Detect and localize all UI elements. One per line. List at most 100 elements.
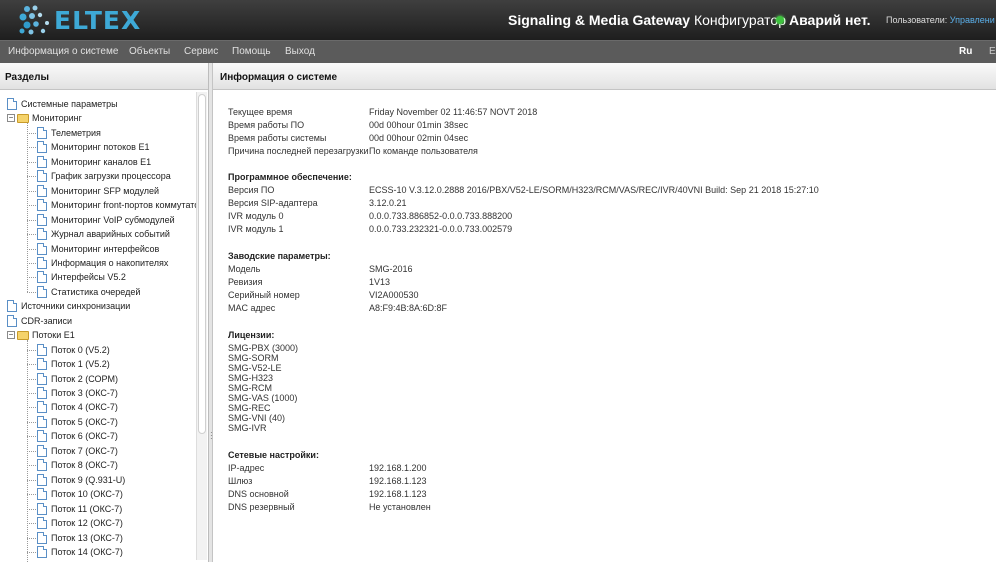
tree-connector (27, 161, 36, 163)
info-key: DNS основной (228, 489, 289, 499)
tree-connector (27, 421, 36, 423)
tree-item[interactable]: CDR-записи (7, 314, 72, 328)
eltex-logo[interactable]: ELTEX (18, 3, 141, 37)
document-icon (37, 126, 47, 139)
license-item: SMG-VNI (40) (228, 413, 286, 423)
users-label: Пользователи: (886, 15, 948, 25)
menu-system-info[interactable]: Информация о системе (8, 46, 118, 57)
tree-item[interactable]: Поток 6 (ОКС-7) (37, 429, 118, 443)
tree-item[interactable]: Поток 7 (ОКС-7) (37, 444, 118, 458)
info-value: 0.0.0.733.232321-0.0.0.733.002579 (369, 224, 513, 234)
tree-connector (27, 262, 36, 264)
tree-connector (27, 479, 36, 481)
software-section-title: Программное обеспечение: (228, 172, 352, 182)
tree-item[interactable]: Поток 3 (ОКС-7) (37, 386, 118, 400)
license-item: SMG-REC (228, 403, 271, 413)
tree-item[interactable]: Системные параметры (7, 97, 118, 111)
tree-item[interactable]: График загрузки процессора (37, 169, 171, 183)
collapse-icon[interactable]: − (7, 331, 15, 340)
info-key: Версия ПО (228, 185, 275, 195)
tree-item[interactable]: Мониторинг VoIP субмодулей (37, 213, 175, 227)
tree-guide (27, 123, 28, 292)
menu-help[interactable]: Помощь (232, 46, 271, 57)
eltex-logo-icon (19, 5, 49, 35)
info-value: A8:F9:4B:8A:6D:8F (369, 303, 448, 313)
menu-objects[interactable]: Объекты (129, 46, 170, 57)
tree-item[interactable]: Мониторинг потоков E1 (37, 140, 149, 154)
tree-connector (27, 248, 36, 250)
document-icon (37, 531, 47, 544)
lang-ru[interactable]: Ru (959, 46, 972, 57)
tree-item[interactable]: Поток 9 (Q.931-U) (37, 473, 125, 487)
tree-item[interactable]: Телеметрия (37, 126, 101, 140)
tree-item-label: Мониторинг front-портов коммутато (51, 200, 196, 211)
tree-item[interactable]: Поток 11 (ОКС-7) (37, 502, 122, 516)
info-value: 3.12.0.21 (369, 198, 407, 208)
tree-item[interactable]: Журнал аварийных событий (37, 227, 170, 241)
tree-scrollbar[interactable] (196, 92, 207, 560)
document-icon (37, 285, 47, 298)
tree-connector (27, 465, 36, 467)
document-icon (7, 98, 17, 110)
info-value: Friday November 02 11:46:57 NOVT 2018 (369, 107, 538, 117)
document-icon (37, 242, 47, 255)
tree-item-label: Потоки E1 (32, 330, 75, 341)
license-item: SMG-V52-LE (228, 363, 282, 373)
tree-item-label: Поток 10 (ОКС-7) (51, 489, 123, 500)
tree-item[interactable]: Информация о накопителях (37, 256, 168, 270)
tree-item[interactable]: Поток 10 (ОКС-7) (37, 487, 123, 501)
tree-connector (27, 436, 36, 438)
users-manage-link[interactable]: Управлени (950, 15, 995, 25)
system-info-panel: Информация о системе Текущее время Friday… (213, 63, 996, 562)
alarm-text: Аварий нет. (789, 12, 871, 28)
info-value: SMG-2016 (369, 264, 413, 274)
info-key: Время работы системы (228, 133, 327, 143)
tree-scroll-thumb[interactable] (198, 94, 206, 434)
tree-item-label: Источники синхронизации (21, 301, 131, 312)
menu-service[interactable]: Сервис (184, 46, 218, 57)
document-icon (37, 228, 47, 241)
license-item: SMG-H323 (228, 373, 274, 383)
tree-item-label: Интерфейсы V5.2 (51, 272, 126, 283)
tree-item[interactable]: Интерфейсы V5.2 (37, 270, 126, 284)
tree-item[interactable]: Мониторинг интерфейсов (37, 242, 159, 256)
sections-tree: Системные параметры − Мониторинг Телеметрия… (0, 97, 196, 562)
tree-item[interactable]: Поток 1 (V5.2) (37, 357, 110, 371)
tree-item[interactable]: Поток 0 (V5.2) (37, 343, 110, 357)
tree-item[interactable]: Поток 12 (ОКС-7) (37, 516, 123, 530)
license-item: SMG-IVR (228, 423, 267, 433)
tree-item[interactable]: Источники синхронизации (7, 299, 130, 313)
tree-item-label: Поток 2 (СОРМ) (51, 373, 118, 384)
info-key: Текущее время (228, 107, 293, 117)
document-icon (37, 141, 47, 154)
tree-item[interactable]: Поток 14 (ОКС-7) (37, 545, 123, 559)
tree-item[interactable]: Статистика очередей (37, 285, 140, 299)
tree-item[interactable]: Поток 4 (ОКС-7) (37, 400, 118, 414)
info-value: ECSS-10 V.3.12.0.2888 2016/PBX/V52-LE/SO… (369, 185, 819, 195)
tree-folder[interactable]: − Потоки E1 (7, 328, 75, 342)
tree-item-label: Мониторинг SFP модулей (51, 185, 160, 196)
lang-en[interactable]: E (989, 46, 996, 57)
tree-connector (27, 407, 36, 409)
tree-item[interactable]: Поток 8 (ОКС-7) (37, 458, 118, 472)
tree-item[interactable]: Поток 5 (ОКС-7) (37, 415, 118, 429)
tree-item-label: Мониторинг потоков E1 (51, 142, 150, 153)
tree-item-label: Поток 1 (V5.2) (51, 359, 110, 370)
tree-item-label: Поток 12 (ОКС-7) (51, 518, 123, 529)
tree-item[interactable]: Поток 2 (СОРМ) (37, 372, 118, 386)
logo-text: ELTEX (54, 5, 142, 35)
tree-folder[interactable]: − Мониторинг (7, 111, 82, 125)
tree-item[interactable]: Мониторинг SFP модулей (37, 184, 159, 198)
document-icon (37, 401, 47, 414)
alarm-status[interactable]: Аварий нет. (776, 12, 871, 28)
document-icon (37, 387, 47, 399)
tree-item-label: Информация о накопителях (51, 257, 169, 268)
tree-item[interactable]: Поток 13 (ОКС-7) (37, 531, 123, 545)
tree-item[interactable]: Мониторинг front-портов коммутато (37, 198, 196, 212)
menu-exit[interactable]: Выход (285, 46, 315, 57)
tree-connector (27, 494, 36, 496)
top-header: ELTEX Signaling & Media Gateway Конфигур… (0, 0, 996, 40)
tree-item[interactable]: Мониторинг каналов E1 (37, 155, 151, 169)
collapse-icon[interactable]: − (7, 114, 15, 123)
tree-connector (27, 450, 36, 452)
